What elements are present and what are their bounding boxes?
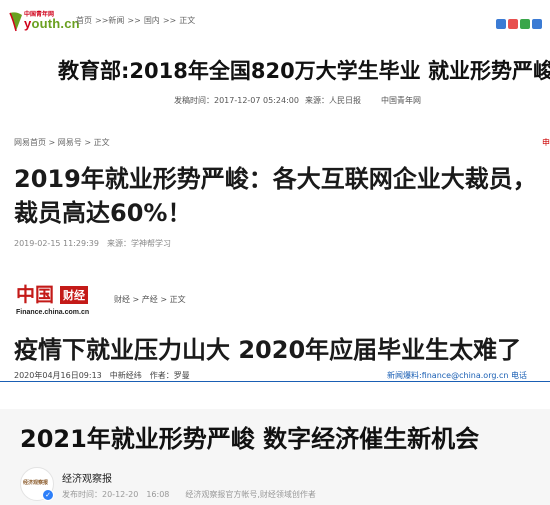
- china-logo-text: 中国: [16, 284, 55, 306]
- share-buttons: [494, 14, 542, 33]
- verified-badge-icon: ✓: [42, 489, 54, 501]
- author-name[interactable]: 经济观察报: [62, 470, 112, 485]
- breadcrumb-sep: >>: [162, 16, 177, 25]
- breadcrumb-current: 正文: [179, 16, 196, 25]
- author-description: 经济观察报官方帐号,财经领域创作者: [185, 490, 316, 499]
- publish-time: 16:08: [146, 490, 170, 499]
- article-meta: 发稿时间：2017-12-07 05:24:00 来源：人民日报 中国青年网: [174, 95, 421, 106]
- breadcrumb-sep: >>: [127, 16, 141, 25]
- avatar-logo-text: 经济观察报: [23, 480, 49, 486]
- divider-line: [0, 381, 550, 382]
- china-finance-logo[interactable]: 中国 财经 Finance.china.com.cn: [14, 278, 100, 318]
- article-source: 来源：人民日报: [304, 96, 361, 105]
- article-source: 中新经纬: [109, 371, 142, 380]
- article-source[interactable]: 来源：学神帮学习: [107, 239, 171, 248]
- china-finance-article-header: 中国 财经 Finance.china.com.cn 财经 > 产经 > 正文 …: [0, 272, 550, 382]
- publish-time: 2020年04月16日09:13: [14, 371, 102, 380]
- outlet-name[interactable]: 中国青年网: [381, 96, 421, 105]
- finance-domain: Finance.china.com.cn: [16, 309, 90, 316]
- article-author: 作者：罗曼: [149, 371, 190, 380]
- publish-date: 20-12-20: [102, 490, 139, 499]
- breadcrumb-news[interactable]: >>新闻: [95, 16, 124, 25]
- publish-time: 发稿时间：2017-12-07 05:24:00: [174, 96, 299, 105]
- article-title: 2019年就业形势严峻：各大互联网企业大裁员，裁员高达60%！: [14, 165, 537, 227]
- finance-logo-badge: 财经: [60, 286, 88, 304]
- youth-logo[interactable]: 中国青年网 youth.cn: [8, 7, 80, 37]
- share-weibo-icon[interactable]: [508, 19, 518, 29]
- publish-label: 发布时间：: [62, 490, 102, 499]
- article-title: 2021年就业形势严峻 数字经济催生新机会: [20, 425, 480, 453]
- breadcrumb[interactable]: 网易首页 > 网易号 > 正文: [14, 137, 110, 148]
- share-qzone-icon[interactable]: [532, 19, 542, 29]
- youth-article-header: 中国青年网 youth.cn 首页 >>新闻 >> 国内 >> 正文 教育部:2018年全…: [0, 0, 550, 120]
- breadcrumb[interactable]: 财经 > 产经 > 正文: [114, 294, 186, 305]
- eeo-article-header: 2021年就业形势严峻 数字经济催生新机会 经济观察报 ✓ 经济观察报 发布时间…: [0, 409, 550, 505]
- article-title: 教育部:2018年全国820万大学生毕业 就业形势严峻: [58, 59, 550, 83]
- share-plus-icon[interactable]: [496, 19, 506, 29]
- article-meta: 发布时间：20-12-20 16:08 经济观察报官方帐号,财经领域创作者: [62, 489, 316, 500]
- netease-article-header: 网易首页 > 网易号 > 正文 申 2019年就业形势严峻：各大互联网企业大裁员…: [0, 128, 550, 266]
- article-meta: 2019-02-15 11:29:39 来源：学神帮学习: [14, 238, 171, 249]
- article-meta: 2020年04月16日09:13 中新经纬 作者：罗曼: [14, 370, 190, 381]
- youth-leaf-icon: [9, 12, 22, 32]
- breadcrumb-domestic[interactable]: 国内: [144, 16, 160, 25]
- article-title: 疫情下就业压力山大 2020年应届毕业生太难了: [14, 336, 522, 364]
- breadcrumb: 首页 >>新闻 >> 国内 >> 正文: [76, 15, 198, 26]
- share-wechat-icon[interactable]: [520, 19, 530, 29]
- breadcrumb-home[interactable]: 首页: [76, 16, 92, 25]
- publish-time: 2019-02-15 11:29:39: [14, 239, 99, 248]
- edge-text: 申: [542, 138, 550, 147]
- youth-logo-text: youth.cn: [24, 16, 80, 31]
- news-tip-contact[interactable]: 新闻爆料:finance@china.org.cn 电话: [387, 370, 527, 381]
